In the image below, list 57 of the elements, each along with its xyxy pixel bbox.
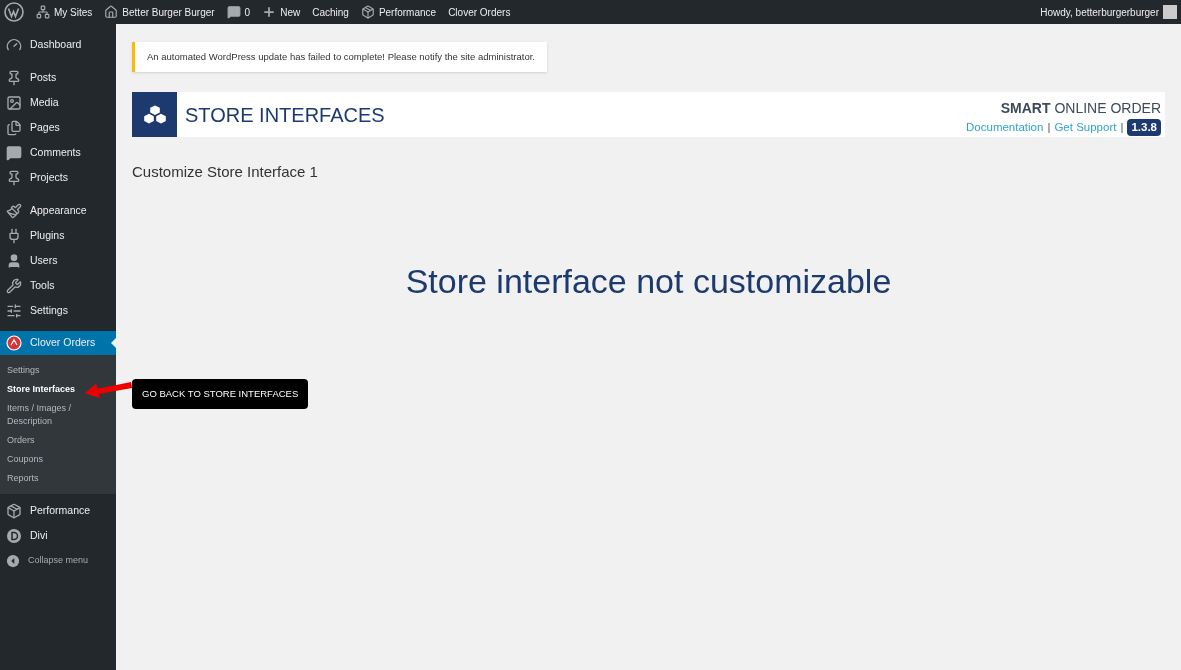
sidebar-item[interactable]: Tools: [0, 273, 116, 298]
submenu-item[interactable]: Reports: [7, 469, 39, 488]
user-icon: [6, 252, 22, 269]
settings-icon: [6, 302, 22, 319]
admin-bar-link[interactable]: New: [280, 4, 301, 20]
submenu-item[interactable]: Coupons: [7, 450, 44, 469]
status-message: Store interface not customizable: [404, 260, 893, 302]
sidebar-item[interactable]: Divi: [0, 523, 116, 548]
plus-icon: [262, 5, 277, 19]
current-pointer-icon: [111, 338, 116, 348]
home-icon: [104, 5, 119, 19]
submenu-item[interactable]: Store Interfaces: [7, 380, 76, 399]
admin-bar-link[interactable]: Better Burger Burger: [122, 4, 215, 20]
sidebar-item[interactable]: Projects: [0, 165, 116, 190]
sidebar-item[interactable]: Appearance: [0, 198, 116, 223]
sidebar-item[interactable]: Media: [0, 90, 116, 115]
wrench-icon: [6, 277, 22, 294]
notice: An automated WordPress update has failed to complete! Please notify the site administrator.: [132, 42, 547, 73]
paintbrush-icon: [6, 202, 22, 219]
separator: |: [1047, 119, 1051, 135]
gauge-icon: [6, 36, 22, 53]
box-icon: [360, 5, 375, 19]
admin-bar-link[interactable]: Performance: [378, 4, 437, 20]
version-badge: 1.3.8: [1127, 118, 1161, 136]
pin-icon: [6, 169, 22, 186]
admin-bar-link[interactable]: 0: [244, 4, 251, 20]
admin-bar-link[interactable]: Clover Orders: [448, 4, 511, 20]
separator: |: [1120, 119, 1124, 135]
submenu-item[interactable]: Items / Images / Description: [7, 399, 109, 431]
sidebar-item[interactable]: Clover Orders: [0, 331, 116, 355]
sidebar-item[interactable]: Comments: [0, 140, 116, 165]
speech-bubble-icon: [6, 144, 22, 161]
sidebar-item[interactable]: Plugins: [0, 223, 116, 248]
page-title: STORE INTERFACES: [185, 102, 385, 128]
sidebar-item[interactable]: Users: [0, 248, 116, 273]
pin-icon: [6, 69, 22, 86]
collapse-icon[interactable]: [6, 553, 20, 568]
sidebar-item[interactable]: Dashboard: [0, 32, 116, 57]
submenu-item[interactable]: Orders: [7, 431, 35, 450]
box-icon: [6, 502, 22, 519]
submenu-item[interactable]: Settings: [7, 361, 40, 380]
sidebar-item[interactable]: Collapse menu: [0, 548, 116, 573]
admin-bar-link[interactable]: Caching: [312, 4, 349, 20]
pages-icon: [6, 119, 22, 136]
sidebar-item[interactable]: Pages: [0, 115, 116, 140]
speech-bubble-icon: [226, 5, 241, 19]
greeting-link[interactable]: Howdy, betterburgerburger: [1040, 4, 1159, 20]
subtitle: Customize Store Interface 1: [132, 162, 319, 183]
sidebar-item[interactable]: Settings: [0, 298, 116, 323]
brand-name: SMART ONLINE ORDER: [1000, 98, 1161, 118]
admin-bar-link[interactable]: My Sites: [54, 4, 93, 20]
plug-icon: [6, 227, 22, 244]
sidebar-item[interactable]: Performance: [0, 498, 116, 523]
sidebar-item[interactable]: Posts: [0, 65, 116, 90]
media-icon: [6, 94, 22, 111]
back-button[interactable]: GO BACK TO STORE INTERFACES: [132, 378, 309, 409]
divi-logo-icon: [6, 527, 22, 544]
